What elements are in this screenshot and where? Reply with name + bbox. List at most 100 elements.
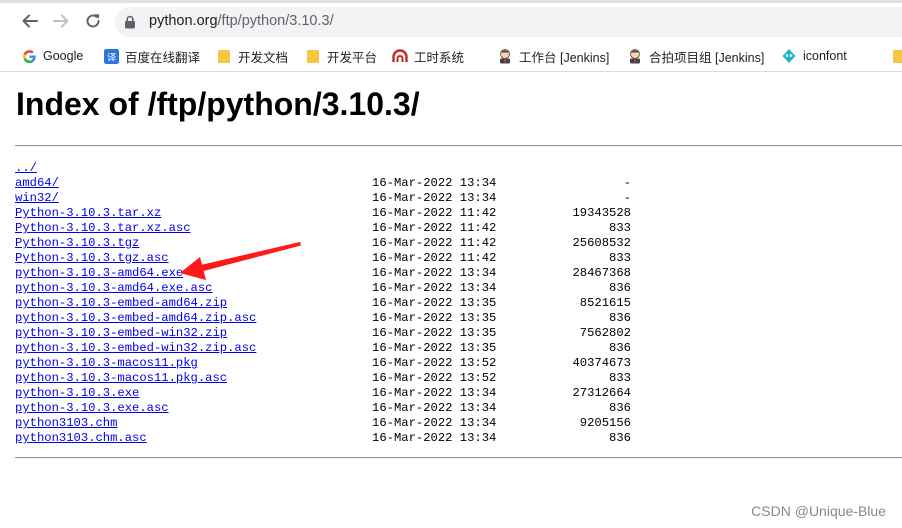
file-size: 833 [609,251,631,265]
reload-icon [86,14,100,28]
page-title: Index of /ftp/python/3.10.3/ [16,86,420,122]
page-content: Index of /ftp/python/3.10.3/ ../amd64/16… [0,72,902,528]
svg-text:译: 译 [106,52,116,63]
bookmark-folder-dev-platform[interactable]: 开发平台 [305,46,377,66]
address-bar[interactable]: python.org/ftp/python/3.10.3/ [115,7,902,37]
file-size: 8521615 [579,296,631,310]
file-date: 16-Mar-2022 13:52 [372,356,497,370]
file-size: - [623,176,631,190]
bookmark-jenkins-hepai[interactable]: 合拍项目组 [Jenkins] [627,46,764,66]
file-date: 16-Mar-2022 13:34 [372,191,497,205]
file-date: 16-Mar-2022 13:34 [372,281,497,295]
bookmark-folder-dev-docs[interactable]: 开发文档 [216,46,288,66]
bookmark-label: 开发文档 [238,50,289,65]
file-size: 27312664 [572,386,631,400]
file-date: 16-Mar-2022 13:34 [372,401,497,415]
folder-icon [890,48,902,64]
url-host: python.org [149,13,218,29]
file-link[interactable]: amd64/ [15,176,59,191]
bookmark-worktime-system[interactable]: 工时系统 [392,46,464,66]
file-date: 16-Mar-2022 13:52 [372,371,497,385]
file-size: 25608532 [572,236,631,250]
file-date: 16-Mar-2022 11:42 [372,236,497,250]
arch-icon [392,48,408,64]
file-link[interactable]: python-3.10.3-amd64.exe [15,266,183,281]
file-size: 7562802 [579,326,631,340]
bookmark-folder-overflow[interactable] [890,46,902,66]
bookmark-label: iconfont [803,49,847,63]
file-link[interactable]: python-3.10.3-amd64.exe.asc [15,281,212,296]
bookmark-baidu-translate[interactable]: 译 百度在线翻译 [103,46,200,66]
file-date: 16-Mar-2022 13:35 [372,311,497,325]
file-date: 16-Mar-2022 13:34 [372,176,497,190]
bookmark-label: 百度在线翻译 [125,50,201,65]
bookmark-google[interactable]: Google [21,46,83,66]
file-size: 836 [609,401,631,415]
folder-icon [216,48,232,64]
file-date: 16-Mar-2022 13:35 [372,326,497,340]
browser-toolbar: python.org/ftp/python/3.10.3/ [0,0,902,41]
file-date: 16-Mar-2022 13:35 [372,341,497,355]
file-size: 833 [609,221,631,235]
url-text: python.org/ftp/python/3.10.3/ [149,13,334,29]
forward-button[interactable] [49,9,73,33]
iconfont-icon [781,48,797,64]
file-date: 16-Mar-2022 13:34 [372,431,497,445]
file-link[interactable]: Python-3.10.3.tgz.asc [15,251,169,266]
file-link[interactable]: python-3.10.3.exe.asc [15,401,169,416]
divider-top [15,145,902,147]
divider-bottom [15,457,902,459]
file-date: 16-Mar-2022 13:35 [372,296,497,310]
file-size: 833 [609,371,631,385]
file-size: 836 [609,341,631,355]
file-date: 16-Mar-2022 11:42 [372,221,497,235]
arrow-left-icon [22,14,38,28]
google-icon [21,48,37,64]
file-link[interactable]: python3103.chm.asc [15,431,147,446]
bookmarks-bar: Google 译 百度在线翻译 开发文档 开发平台 工时系统 工作台 [Jenk… [0,41,902,72]
file-link[interactable]: Python-3.10.3.tar.xz [15,206,161,221]
lock-icon[interactable] [124,15,136,29]
file-date: 16-Mar-2022 11:42 [372,206,497,220]
file-link[interactable]: python-3.10.3-embed-amd64.zip.asc [15,311,256,326]
file-size: 836 [609,281,631,295]
arrow-right-icon [53,14,69,28]
file-size: 836 [609,431,631,445]
watermark: CSDN @Unique-Blue [751,503,886,519]
file-link[interactable]: python3103.chm [15,416,117,431]
jenkins-icon [627,48,643,64]
folder-icon [305,48,321,64]
file-link[interactable]: Python-3.10.3.tgz [15,236,139,251]
file-date: 16-Mar-2022 13:34 [372,386,497,400]
file-link[interactable]: python-3.10.3-embed-amd64.zip [15,296,227,311]
bookmark-iconfont[interactable]: iconfont [781,46,847,66]
url-path: /ftp/python/3.10.3/ [217,13,334,29]
bookmark-label: Google [43,49,84,63]
jenkins-icon [497,48,513,64]
bookmark-label: 开发平台 [327,50,378,65]
file-link[interactable]: Python-3.10.3.tar.xz.asc [15,221,191,236]
bookmark-label: 工作台 [Jenkins] [519,50,610,65]
file-date: 16-Mar-2022 13:34 [372,416,497,430]
bookmark-jenkins-workbench[interactable]: 工作台 [Jenkins] [497,46,609,66]
reload-button[interactable] [81,9,105,33]
file-link[interactable]: ../ [15,161,37,176]
bookmark-label: 合拍项目组 [Jenkins] [649,50,765,65]
file-date: 16-Mar-2022 13:34 [372,266,497,280]
file-size: 40374673 [572,356,631,370]
file-size: 836 [609,311,631,325]
file-size: 28467368 [572,266,631,280]
file-link[interactable]: win32/ [15,191,59,206]
file-link[interactable]: python-3.10.3.exe [15,386,139,401]
file-link[interactable]: python-3.10.3-embed-win32.zip.asc [15,341,256,356]
file-size: 19343528 [572,206,631,220]
file-size: - [623,191,631,205]
file-link[interactable]: python-3.10.3-macos11.pkg.asc [15,371,227,386]
tab-strip-edge [0,0,902,3]
file-link[interactable]: python-3.10.3-macos11.pkg [15,356,198,371]
file-link[interactable]: python-3.10.3-embed-win32.zip [15,326,227,341]
bookmark-label: 工时系统 [414,50,465,65]
file-size: 9205156 [579,416,631,430]
back-button[interactable] [18,9,42,33]
file-date: 16-Mar-2022 11:42 [372,251,497,265]
